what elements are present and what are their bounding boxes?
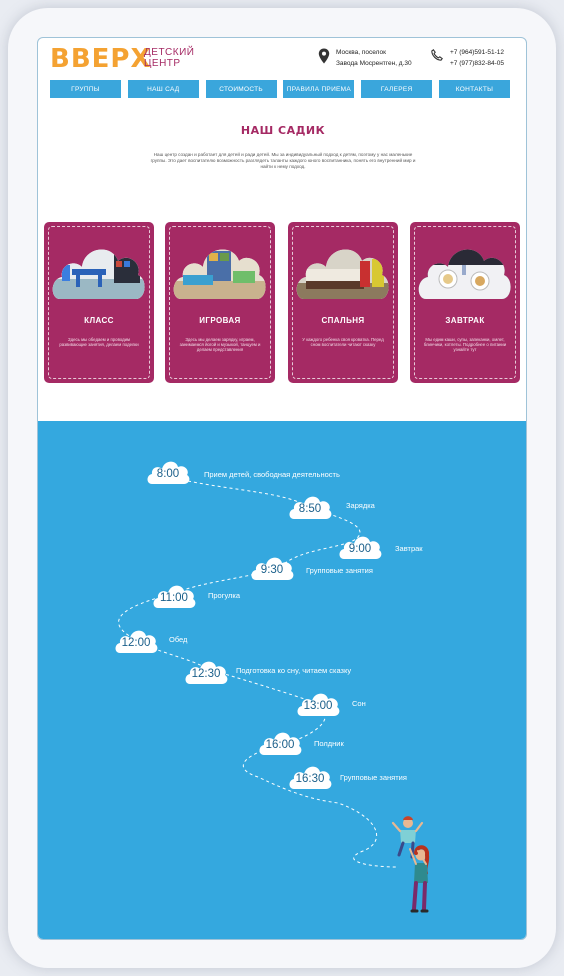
schedule-label: Групповые занятия [340, 773, 407, 782]
schedule-label: Прогулка [208, 591, 241, 600]
phones: +7 (964)591-51-12 +7 (977)832-84-05 [450, 47, 504, 69]
logo-subtitle-line2: ЦЕНТР [144, 58, 181, 69]
card-title: ИГРОВАЯ [199, 316, 241, 325]
nav-gallery[interactable]: ГАЛЕРЕЯ [361, 80, 433, 98]
schedule-time: 16:00 [265, 739, 295, 751]
bedroom-photo [296, 249, 389, 299]
address: Москва, поселок Завода Мосрентген, д.30 [336, 47, 412, 69]
schedule-slot: 16:00 [258, 730, 302, 756]
schedule-label: Зарядка [346, 501, 375, 510]
room-card-playroom[interactable]: ИГРОВАЯ Здесь мы делаем зарядку, играем,… [165, 222, 275, 383]
schedule-label: Завтрак [395, 544, 423, 553]
section-description: Наш центр создан и работает для детей и … [150, 152, 416, 169]
schedule-label: Сон [352, 699, 366, 708]
card-text: Мы едим каши, супы, запеканки, омлет, бл… [423, 337, 507, 353]
logo[interactable]: ВВЕРХ [50, 44, 152, 74]
schedule-time: 13:00 [303, 700, 333, 712]
card-text: Здесь мы делаем зарядку, играем, занимае… [179, 337, 261, 353]
schedule-slot: 8:00 [146, 459, 190, 485]
logo-subtitle-line1: ДЕТСКИЙ [144, 47, 195, 58]
card-title: КЛАСС [84, 316, 114, 325]
address-line1: Москва, поселок [336, 49, 386, 56]
main-nav: ГРУППЫ НАШ САД СТОИМОСТЬ ПРАВИЛА ПРИЕМА … [50, 80, 510, 98]
breakfast-photo [418, 249, 511, 299]
schedule-slot: 16:30 [288, 764, 332, 790]
schedule-slot: 13:00 [296, 691, 340, 717]
schedule-time: 12:00 [121, 637, 151, 649]
schedule-label: Групповые занятия [306, 566, 373, 575]
daily-schedule: 8:00 Прием детей, свободная деятельность… [38, 421, 526, 939]
schedule-time: 16:30 [295, 773, 325, 785]
card-text: У каждого ребенка своя кроватка. Перед с… [302, 337, 384, 348]
schedule-label: Полдник [314, 739, 344, 748]
card-title: ЗАВТРАК [445, 316, 485, 325]
schedule-path [118, 480, 399, 868]
parent-child-illustration [391, 816, 430, 913]
classroom-photo [52, 249, 145, 299]
card-text: Здесь мы обедаем и проводим развивающие … [59, 337, 139, 348]
schedule-label: Обед [169, 635, 188, 644]
schedule-label: Прием детей, свободная деятельность [204, 470, 340, 479]
schedule-time: 11:00 [160, 592, 188, 604]
page-screen: ВВЕРХ ДЕТСКИЙ ЦЕНТР Москва, поселок Заво… [37, 37, 527, 940]
schedule-label: Подготовка ко сну, читаем сказку [236, 666, 352, 675]
schedule-slot: 12:00 [114, 628, 158, 654]
schedule-slot: 11:00 [152, 583, 196, 609]
room-card-breakfast[interactable]: ЗАВТРАК Мы едим каши, супы, запеканки, о… [410, 222, 520, 383]
nav-admission-rules[interactable]: ПРАВИЛА ПРИЕМА [283, 80, 355, 98]
section-title: НАШ САДИК [240, 124, 326, 137]
schedule-slot: 9:00 [338, 534, 382, 560]
room-card-bedroom[interactable]: СПАЛЬНЯ У каждого ребенка своя кроватка.… [288, 222, 398, 383]
nav-our-garden[interactable]: НАШ САД [127, 80, 199, 98]
schedule-time: 9:00 [348, 543, 372, 555]
schedule-time: 9:30 [260, 564, 284, 576]
logo-subtitle: ДЕТСКИЙ ЦЕНТР [144, 47, 194, 69]
card-title: СПАЛЬНЯ [321, 316, 365, 325]
playroom-photo [173, 249, 266, 299]
room-card-class[interactable]: КЛАСС Здесь мы обедаем и проводим развив… [44, 222, 154, 383]
address-line2: Завода Мосрентген, д.30 [336, 60, 412, 67]
schedule-time: 8:00 [156, 468, 180, 480]
phone-number-2[interactable]: +7 (977)832-84-05 [450, 58, 504, 69]
nav-contacts[interactable]: КОНТАКТЫ [438, 80, 510, 98]
rooms-cards: КЛАСС Здесь мы обедаем и проводим развив… [44, 222, 520, 384]
schedule-time: 8:50 [298, 503, 322, 515]
nav-groups[interactable]: ГРУППЫ [50, 80, 121, 98]
phone-number-1[interactable]: +7 (964)591-51-12 [450, 47, 504, 58]
phone-icon [431, 49, 443, 61]
schedule-time: 12:30 [191, 668, 221, 680]
location-pin-icon [318, 48, 330, 64]
schedule-slot: 12:30 [184, 659, 228, 685]
schedule-slot: 8:50 [288, 494, 332, 520]
schedule-slot: 9:30 [250, 555, 294, 581]
nav-cost[interactable]: СТОИМОСТЬ [205, 80, 277, 98]
